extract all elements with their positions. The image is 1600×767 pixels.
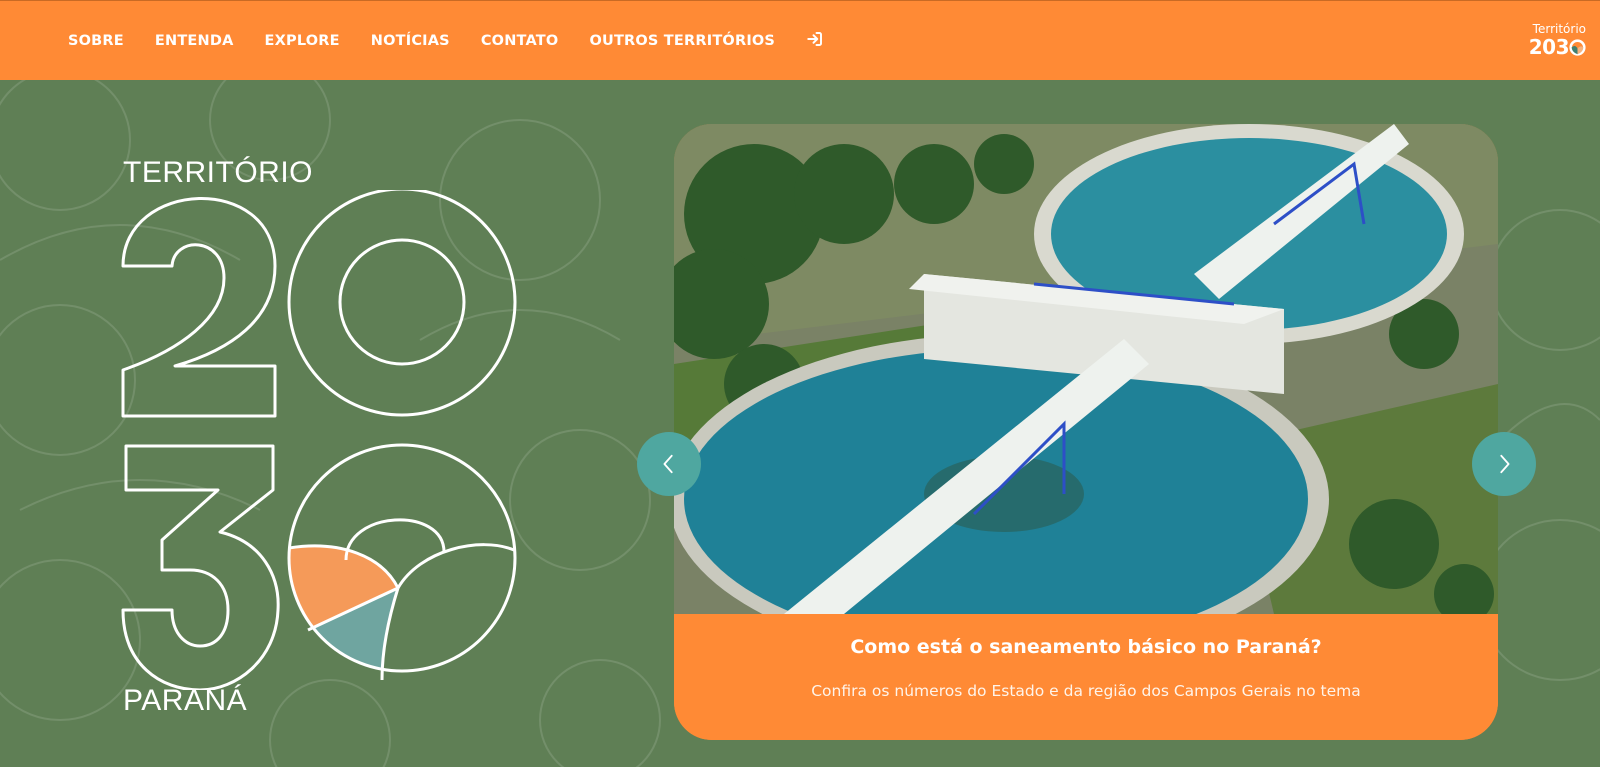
nav-item-contato[interactable]: CONTATO — [481, 33, 559, 49]
brand-logo-number: 203 — [1528, 35, 1570, 59]
nav-item-explore[interactable]: EXPLORE — [265, 33, 340, 49]
logo-digit-3 — [121, 444, 280, 690]
carousel-slide[interactable]: Como está o saneamento básico no Paraná?… — [674, 124, 1498, 740]
logo-2030-graphic — [121, 190, 517, 690]
carousel-next-button[interactable] — [1472, 432, 1536, 496]
slide-title[interactable]: Como está o saneamento básico no Paraná? — [674, 636, 1498, 658]
nav-item-sobre[interactable]: SOBRE — [68, 33, 124, 49]
news-carousel: Como está o saneamento básico no Paraná?… — [674, 124, 1498, 740]
carousel-prev-button[interactable] — [637, 432, 701, 496]
nav-item-outros-territorios[interactable]: OUTROS TERRITÓRIOS — [589, 33, 775, 49]
slide-image-water-treatment — [674, 124, 1498, 614]
login-button[interactable] — [806, 30, 824, 48]
slide-subtitle: Confira os números do Estado e da região… — [811, 682, 1361, 700]
territorio-2030-logo: TERRITÓRIO PARANÁ — [120, 150, 530, 730]
chevron-left-icon — [663, 454, 673, 474]
chevron-right-icon — [1500, 454, 1510, 474]
brand-logo-zero-icon — [1569, 39, 1586, 56]
logo-digit-2 — [121, 197, 277, 418]
slide-caption: Como está o saneamento básico no Paraná?… — [674, 614, 1498, 740]
logo-digit-0 — [287, 190, 517, 417]
logo-top-text: TERRITÓRIO — [123, 156, 313, 189]
nav-menu: SOBRE ENTENDA EXPLORE NOTÍCIAS CONTATO O… — [68, 30, 824, 49]
login-icon — [807, 32, 823, 46]
nav-item-noticias[interactable]: NOTÍCIAS — [371, 33, 450, 49]
top-navbar: SOBRE ENTENDA EXPLORE NOTÍCIAS CONTATO O… — [0, 0, 1600, 80]
brand-logo[interactable]: Território 203 — [1516, 23, 1586, 63]
nav-item-entenda[interactable]: ENTENDA — [155, 33, 234, 49]
logo-bottom-text: PARANÁ — [123, 684, 248, 717]
